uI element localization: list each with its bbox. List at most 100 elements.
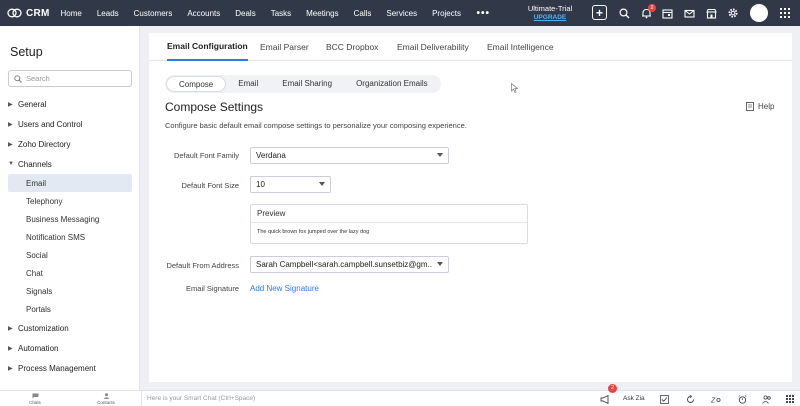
contacts-button[interactable]: Contacts <box>96 393 116 405</box>
nav-calls[interactable]: Calls <box>346 0 379 26</box>
sidebar-search-input[interactable]: Search <box>8 70 132 87</box>
tab-email-configuration[interactable]: Email Configuration <box>167 33 248 61</box>
search-icon <box>14 74 22 83</box>
megaphone-icon[interactable] <box>599 393 611 405</box>
sidebar-item-label: General <box>18 99 47 109</box>
sidebar-item-business-messaging[interactable]: Business Messaging <box>0 210 139 228</box>
search-icon[interactable] <box>616 5 632 21</box>
sidebar-item-portals[interactable]: Portals <box>0 300 139 318</box>
help-link[interactable]: Help <box>746 102 774 111</box>
compose-subtabs: Compose Email Email Sharing Organization… <box>165 75 441 93</box>
chat-icon <box>32 393 38 399</box>
font-size-select[interactable]: 10 <box>250 176 331 193</box>
gear-icon[interactable] <box>725 5 741 21</box>
smart-chat-input[interactable]: Here is your Smart Chat (Ctrl+Space) <box>141 391 591 406</box>
sidebar-item-label: Automation <box>18 343 59 353</box>
preview-title: Preview <box>251 205 527 223</box>
font-size-label: Default Font Size <box>181 181 239 190</box>
crm-logo-icon <box>7 8 22 18</box>
zia-icon[interactable]: Z <box>710 393 722 405</box>
sidebar-item-channels[interactable]: ▼ Channels <box>0 154 139 174</box>
sidebar-item-notification-sms[interactable]: Notification SMS <box>0 228 139 246</box>
refresh-icon[interactable] <box>684 393 696 405</box>
apps-grid-icon[interactable] <box>777 5 793 21</box>
sidebar-item-users-and-control[interactable]: ▶ Users and Control <box>0 114 139 134</box>
email-tabs: Email Configuration Email Parser BCC Dro… <box>149 33 792 61</box>
chevron-down-icon <box>437 262 443 266</box>
people-icon[interactable] <box>761 393 773 405</box>
help-book-icon <box>746 102 754 111</box>
trial-info: Ultimate-Trial UPGRADE <box>526 4 574 22</box>
sidebar-item-chat[interactable]: Chat <box>0 264 139 282</box>
setup-title: Setup <box>10 45 43 59</box>
subtab-organization-emails[interactable]: Organization Emails <box>344 76 440 92</box>
nav-tasks[interactable]: Tasks <box>263 0 298 26</box>
apps-grid-icon[interactable] <box>784 393 796 405</box>
tab-bcc-dropbox[interactable]: BCC Dropbox <box>326 33 378 61</box>
preview-text: The quick brown fox jumped over the lazy… <box>257 229 370 235</box>
nav-services[interactable]: Services <box>379 0 425 26</box>
tab-email-deliverability[interactable]: Email Deliverability <box>397 33 469 61</box>
font-family-label: Default Font Family <box>173 151 239 160</box>
help-label: Help <box>758 102 775 111</box>
bottom-bar: Chats Contacts Here is your Smart Chat (… <box>0 384 800 406</box>
contacts-label: Contacts <box>97 400 115 405</box>
sidebar-item-telephony[interactable]: Telephony <box>0 192 139 210</box>
contacts-icon <box>103 393 109 399</box>
plus-icon[interactable]: + <box>592 5 607 20</box>
nav-projects[interactable]: Projects <box>425 0 469 26</box>
checklist-icon[interactable] <box>658 393 670 405</box>
sidebar-item-email[interactable]: Email <box>8 174 132 192</box>
subtab-email[interactable]: Email <box>226 76 270 92</box>
section-title: Compose Settings <box>165 100 264 114</box>
caret-right-icon: ▶ <box>8 121 13 128</box>
nav-deals[interactable]: Deals <box>228 0 263 26</box>
nav-customers[interactable]: Customers <box>126 0 180 26</box>
trial-label: Ultimate-Trial <box>527 4 573 13</box>
sidebar-item-process-management[interactable]: ▶ Process Management <box>0 358 139 378</box>
font-family-select[interactable]: Verdana <box>250 147 449 164</box>
store-icon[interactable] <box>703 5 719 21</box>
sidebar-item-automation[interactable]: ▶ Automation <box>0 338 139 358</box>
sidebar-item-zoho-directory[interactable]: ▶ Zoho Directory <box>0 134 139 154</box>
nav-more-button[interactable]: ••• <box>468 0 498 26</box>
setup-sidebar: Setup Search ▶ General ▶ Users and Control… <box>0 26 140 390</box>
sidebar-list: ▶ General ▶ Users and Control ▶ Zoho Direct… <box>0 94 139 378</box>
nav-accounts[interactable]: Accounts <box>180 0 228 26</box>
chevron-down-icon <box>319 182 325 186</box>
sidebar-item-signals[interactable]: Signals <box>0 282 139 300</box>
mail-icon[interactable] <box>681 5 697 21</box>
subtab-compose[interactable]: Compose <box>166 76 227 92</box>
svg-text:Z: Z <box>711 397 716 404</box>
caret-right-icon: ▶ <box>8 325 13 332</box>
subtab-email-sharing[interactable]: Email Sharing <box>270 76 344 92</box>
sidebar-item-social[interactable]: Social <box>0 246 139 264</box>
email-signature-label: Email Signature <box>186 284 239 293</box>
nav-leads[interactable]: Leads <box>89 0 126 26</box>
from-address-value: Sarah Campbell<sarah.campbell.sunsetbiz@… <box>256 260 432 269</box>
chats-button[interactable]: Chats <box>26 393 44 405</box>
font-family-value: Verdana <box>256 151 286 160</box>
sidebar-item-label: Users and Control <box>18 119 83 129</box>
ask-zia-button[interactable]: Ask Zia <box>623 391 645 406</box>
top-navigation-bar: CRM Home Leads Customers Accounts Deals … <box>0 0 800 26</box>
avatar[interactable] <box>750 4 768 22</box>
main-nav: Home Leads Customers Accounts Deals Task… <box>53 0 498 26</box>
tab-email-parser[interactable]: Email Parser <box>260 33 309 61</box>
tab-email-intelligence[interactable]: Email Intelligence <box>487 33 554 61</box>
sidebar-item-general[interactable]: ▶ General <box>0 94 139 114</box>
crm-logo[interactable]: CRM <box>7 8 53 19</box>
chevron-down-icon <box>437 153 443 157</box>
nav-home[interactable]: Home <box>53 0 89 26</box>
upgrade-link[interactable]: UPGRADE <box>526 13 574 22</box>
font-preview-box: Preview The quick brown fox jumped over … <box>250 204 528 244</box>
sidebar-item-label: Process Management <box>18 363 96 373</box>
calendar-icon[interactable] <box>659 5 675 21</box>
nav-meetings[interactable]: Meetings <box>299 0 346 26</box>
sidebar-item-label: Zoho Directory <box>18 139 71 149</box>
sidebar-item-customization[interactable]: ▶ Customization <box>0 318 139 338</box>
add-new-signature-link[interactable]: Add New Signature <box>250 284 319 293</box>
from-address-select[interactable]: Sarah Campbell<sarah.campbell.sunsetbiz@… <box>250 256 449 273</box>
alarm-clock-icon[interactable] <box>736 393 748 405</box>
logo-text: CRM <box>26 7 50 19</box>
